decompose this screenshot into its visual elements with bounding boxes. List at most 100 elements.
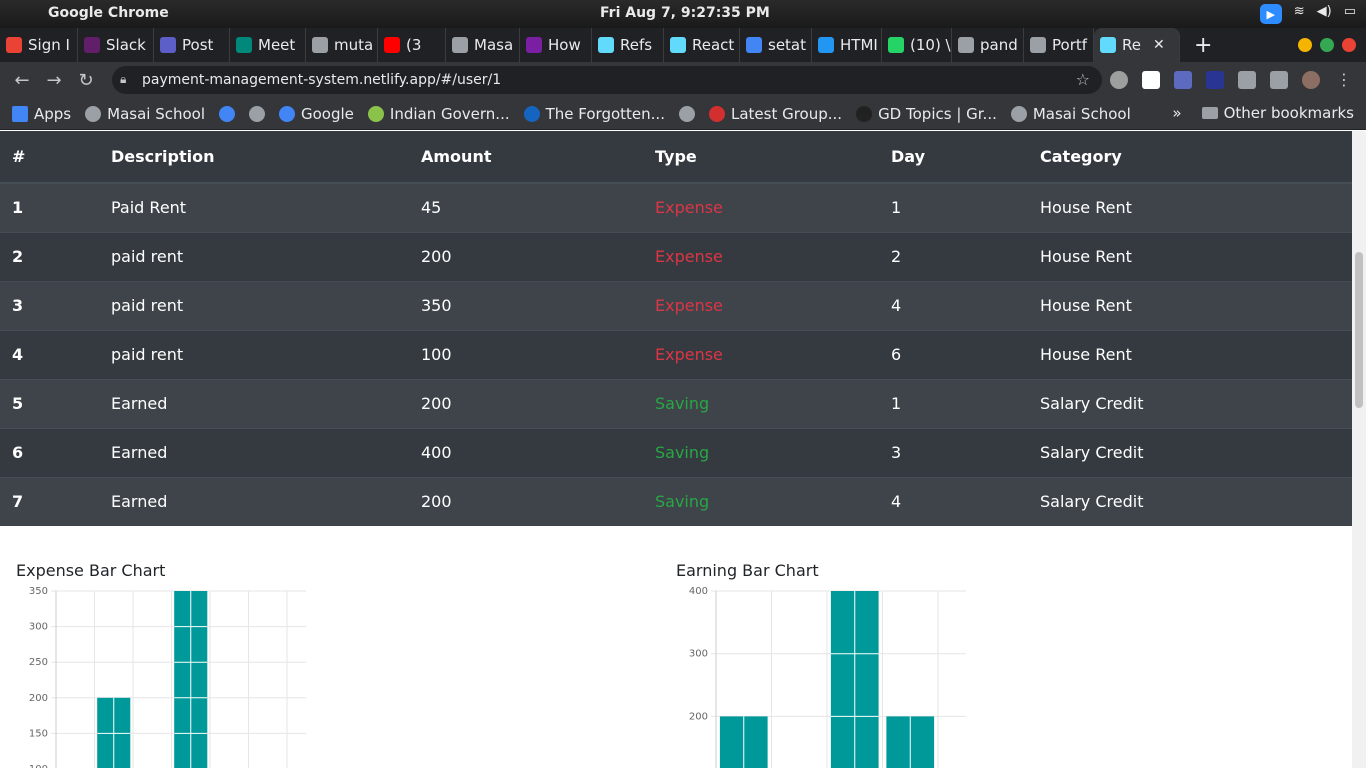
record-extension-icon[interactable] <box>1110 71 1128 89</box>
bookmark-item[interactable] <box>678 105 695 122</box>
puzzle-extensions-icon[interactable] <box>1238 71 1256 89</box>
row-description: paid rent <box>99 329 409 379</box>
bookmark-item[interactable]: Apps <box>12 105 71 123</box>
lock-icon[interactable]: 🔒︎ <box>120 72 126 87</box>
row-day: 1 <box>879 182 1028 232</box>
browser-tab[interactable]: (10) \ <box>882 28 952 62</box>
table-header-row: # Description Amount Type Day Category <box>0 131 1352 184</box>
row-type: Saving <box>643 378 879 428</box>
browser-tab[interactable]: Post <box>154 28 230 62</box>
expense-bar-chart: 350 300 250 200 150 100 <box>29 586 306 768</box>
y-tick-label: 100 <box>29 764 48 768</box>
browser-tab[interactable]: How <box>520 28 592 62</box>
active-app-name[interactable]: Google Chrome <box>48 5 169 21</box>
scrollbar-thumb[interactable] <box>1355 252 1363 408</box>
more-menu-icon[interactable]: ⋮ <box>1336 70 1352 89</box>
bookmark-label: Apps <box>34 104 72 123</box>
browser-tab[interactable]: Re ✕ <box>1094 28 1180 62</box>
row-number: 1 <box>0 182 99 232</box>
row-type: Saving <box>643 476 879 526</box>
tab-label: Refs <box>620 36 653 54</box>
page-scrollbar[interactable] <box>1352 131 1366 768</box>
row-description: Earned <box>99 476 409 526</box>
battery-icon[interactable]: ▭ <box>1344 4 1356 24</box>
url-text[interactable]: payment-management-system.netlify.app/#/… <box>142 72 501 88</box>
row-amount: 200 <box>409 476 643 526</box>
bookmarks-overflow-icon[interactable]: » <box>1172 104 1181 122</box>
close-tab-icon[interactable]: ✕ <box>1153 37 1165 53</box>
other-bookmarks[interactable]: Other bookmarks <box>1201 104 1354 122</box>
row-category: Salary Credit <box>1028 427 1352 477</box>
bookmark-star-icon[interactable]: ☆ <box>1076 70 1090 89</box>
bookmark-item[interactable]: Masai School <box>1010 105 1131 123</box>
y-tick-label: 400 <box>689 586 708 597</box>
tab-label: pand <box>980 36 1018 54</box>
row-amount: 100 <box>409 329 643 379</box>
bookmark-favicon-icon <box>1010 105 1027 122</box>
browser-tab[interactable]: Refs <box>592 28 664 62</box>
row-description: Earned <box>99 427 409 477</box>
forward-arrow-icon[interactable]: → <box>38 70 70 91</box>
bookmark-item[interactable]: Google <box>279 105 354 123</box>
browser-tab[interactable]: Masa <box>446 28 520 62</box>
browser-tab[interactable]: Portf <box>1024 28 1094 62</box>
row-category: House Rent <box>1028 231 1352 281</box>
zoom-icon[interactable]: ▶ <box>1259 4 1282 24</box>
volume-icon[interactable]: ◀) <box>1317 4 1332 24</box>
minimize-button[interactable] <box>1298 38 1312 52</box>
tab-strip: Sign I Slack Post Meet muta (3 Masa How Refs Reac… <box>0 28 1366 62</box>
browser-tab[interactable]: muta <box>306 28 378 62</box>
bookmark-label: GD Topics | Gr... <box>878 104 997 123</box>
bookmark-favicon-icon <box>367 105 384 122</box>
table-row: 6 Earned 400 Saving 3 Salary Credit <box>0 427 1352 477</box>
system-clock[interactable]: Fri Aug 7, 9:27:35 PM <box>600 5 770 21</box>
bookmark-favicon-icon <box>523 105 540 122</box>
tab-favicon-icon <box>526 37 542 53</box>
bookmark-item[interactable]: GD Topics | Gr... <box>856 105 997 123</box>
bookmark-item[interactable]: The Forgotten... <box>523 105 665 123</box>
tab-favicon-icon <box>1030 37 1046 53</box>
bookmark-favicon-icon <box>219 105 235 122</box>
browser-tab[interactable]: Meet <box>230 28 306 62</box>
maximize-button[interactable] <box>1320 38 1334 52</box>
table-row: 3 paid rent 350 Expense 4 House Rent <box>0 280 1352 330</box>
bookmarks-right: » Other bookmarks <box>1172 104 1354 122</box>
blue-extension-icon[interactable] <box>1174 71 1192 89</box>
bookmark-label: Masai School <box>107 104 205 123</box>
col-header-category: Category <box>1028 131 1352 184</box>
bookmark-item[interactable]: Latest Group... <box>708 104 843 123</box>
new-tab-button[interactable]: + <box>1194 33 1212 58</box>
browser-tab[interactable]: Sign I <box>0 28 78 62</box>
bookmark-label: Latest Group... <box>730 104 843 123</box>
reload-icon[interactable]: ↻ <box>70 70 102 91</box>
browser-tab[interactable]: React <box>664 28 740 62</box>
bookmark-item[interactable]: Masai School <box>85 105 205 123</box>
media-controls-icon[interactable] <box>1270 71 1288 89</box>
browser-tab[interactable]: HTMI <box>812 28 882 62</box>
wifi-icon[interactable]: ≋ <box>1294 4 1305 24</box>
browser-tab[interactable]: Slack <box>78 28 154 62</box>
bookmark-item[interactable]: Indian Govern... <box>367 105 510 123</box>
bookmark-item[interactable] <box>249 105 265 122</box>
red-extension-icon[interactable] <box>1142 71 1160 89</box>
row-day: 4 <box>879 280 1028 330</box>
profile-avatar[interactable] <box>1302 71 1320 89</box>
browser-tab[interactable]: setat <box>740 28 812 62</box>
row-type: Expense <box>643 231 879 281</box>
bookmark-favicon-icon <box>85 105 102 122</box>
row-type: Saving <box>643 427 879 477</box>
bookmark-favicon-icon <box>279 105 295 122</box>
browser-tab[interactable]: pand <box>952 28 1024 62</box>
row-category: House Rent <box>1028 280 1352 330</box>
row-day: 2 <box>879 231 1028 281</box>
back-arrow-icon[interactable]: ← <box>6 70 38 91</box>
address-bar[interactable]: 🔒︎ payment-management-system.netlify.app… <box>112 66 1102 94</box>
row-day: 4 <box>879 476 1028 526</box>
y-tick-label: 200 <box>29 693 48 704</box>
close-window-button[interactable] <box>1342 38 1356 52</box>
bookmark-item[interactable] <box>219 105 235 122</box>
tab-favicon-icon <box>312 37 328 53</box>
moon-extension-icon[interactable] <box>1206 71 1224 89</box>
browser-tab[interactable]: (3 <box>378 28 446 62</box>
tab-favicon-icon <box>236 37 252 53</box>
